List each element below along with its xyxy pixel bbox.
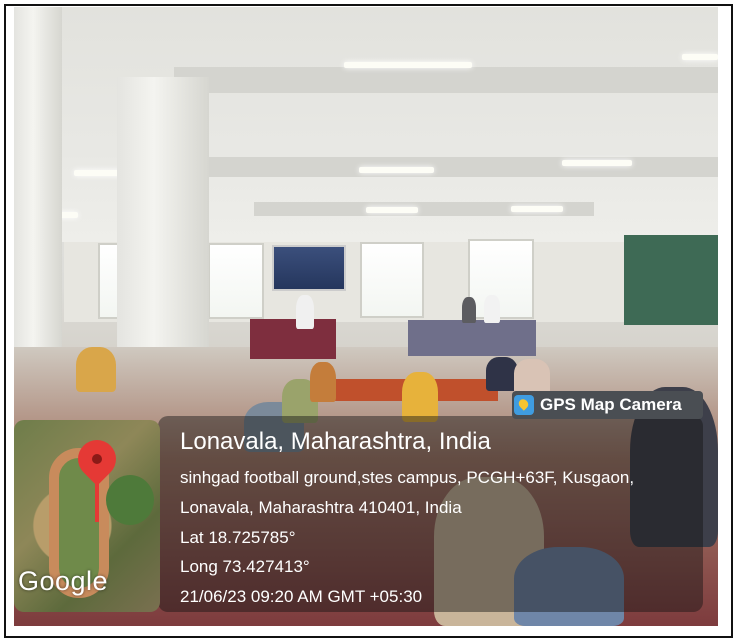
- ceiling-beam: [174, 67, 718, 93]
- stage-banner: [272, 245, 346, 291]
- ceiling-beam: [194, 157, 718, 177]
- location-title: Lonavala, Maharashtra, India: [180, 428, 491, 455]
- ceiling-light: [562, 160, 632, 166]
- window: [360, 242, 424, 318]
- person-seated: [484, 295, 500, 323]
- person-seated: [514, 359, 550, 395]
- badge-label: GPS Map Camera: [540, 395, 682, 414]
- person-seated: [462, 297, 476, 323]
- person-seated: [76, 347, 116, 392]
- ceiling-light: [344, 62, 472, 68]
- window: [208, 243, 264, 319]
- address-line-2: Lonavala, Maharashtra 410401, India: [180, 498, 462, 517]
- date-time: 21/06/23 09:20 AM GMT +05:30: [180, 587, 423, 606]
- ceiling-light: [682, 54, 718, 60]
- person-seated: [310, 362, 336, 402]
- window: [468, 239, 534, 319]
- chalkboard: [624, 235, 718, 325]
- map-pin-stem: [95, 482, 99, 522]
- latitude: Lat 18.725785°: [180, 528, 296, 547]
- stage-table: [408, 320, 536, 356]
- google-attribution: Google: [18, 566, 109, 596]
- football-field: [106, 475, 154, 525]
- ceiling-light: [511, 206, 563, 212]
- speaker: [296, 295, 314, 329]
- stage-table: [250, 319, 336, 359]
- gps-map-camera-badge: GPS Map Camera: [512, 391, 703, 419]
- address-line-1: sinhgad football ground,stes campus, PCG…: [180, 468, 635, 487]
- longitude: Long 73.427413°: [180, 557, 310, 576]
- ceiling-light: [359, 167, 434, 173]
- ceiling-light: [366, 207, 418, 213]
- gps-map-camera-icon: [514, 395, 534, 415]
- person-seated: [402, 372, 438, 422]
